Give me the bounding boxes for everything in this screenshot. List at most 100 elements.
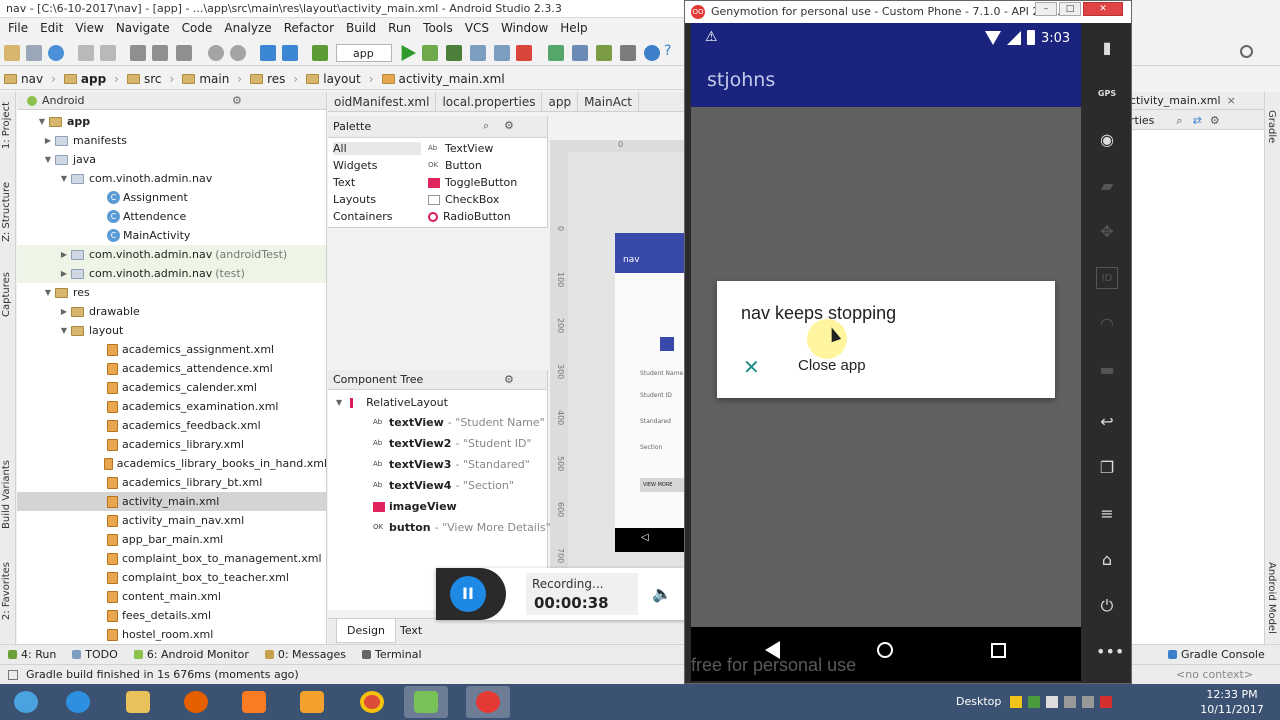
breadcrumb-item-app[interactable]: app › [63, 72, 119, 86]
run-icon[interactable] [401, 45, 416, 61]
palette-item-togglebutton[interactable]: ToggleButton [428, 176, 517, 189]
tab-favorites[interactable]: 2: Favorites [1, 562, 12, 620]
tree-item[interactable]: academics_feedback.xml [17, 416, 326, 435]
tree-item[interactable]: ▼ java [17, 150, 326, 169]
search-icon[interactable]: ⌕ [1176, 114, 1182, 127]
minimize-button[interactable]: – [1035, 2, 1057, 16]
swap-icon[interactable]: ⇄ [1193, 114, 1202, 127]
pause-button[interactable]: II [450, 576, 486, 612]
close-icon[interactable]: × [1227, 94, 1236, 107]
tree-item[interactable]: C Assignment [17, 188, 326, 207]
breadcrumb-item-src[interactable]: src › [126, 72, 174, 86]
tree-item[interactable]: academics_attendence.xml [17, 359, 326, 378]
close-window-button[interactable]: ✕ [1083, 2, 1123, 16]
tree-item[interactable]: ▼ res [17, 283, 326, 302]
expand-down-icon[interactable]: ▼ [37, 117, 47, 126]
tool-messages[interactable]: 0: Messages [264, 648, 346, 661]
menu-edit[interactable]: Edit [34, 21, 69, 35]
remote-control-icon[interactable]: ✥ [1096, 221, 1118, 243]
paste-icon[interactable] [176, 45, 192, 61]
tool-run[interactable]: 4: Run [8, 648, 56, 661]
tree-item[interactable]: ▶ manifests [17, 131, 326, 150]
palette-item-radiobutton[interactable]: RadioButton [428, 210, 511, 223]
tree-item[interactable]: academics_library_bt.xml [17, 473, 326, 492]
component-textview[interactable]: Ab textView - "Student Name" [373, 416, 545, 429]
tray-icon[interactable] [1028, 696, 1040, 708]
emulator-screen[interactable]: ⚠ 3:03 stjohns nav keeps stopping ✕ Clos… [691, 23, 1081, 681]
search-everywhere-icon[interactable] [1240, 45, 1253, 58]
tray-icon[interactable] [1046, 696, 1058, 708]
tree-item[interactable]: content_main.xml [17, 587, 326, 606]
menu-navigate[interactable]: Navigate [110, 21, 176, 35]
start-button[interactable] [4, 686, 48, 718]
tool-android-monitor[interactable]: 6: Android Monitor [133, 648, 249, 661]
menu-code[interactable]: Code [176, 21, 219, 35]
gear-icon[interactable]: ⚙ [504, 119, 514, 132]
palette-category-containers[interactable]: Containers [333, 210, 393, 223]
component-textview4[interactable]: Ab textView4- "Section" [373, 479, 514, 492]
component-textview2[interactable]: Ab textView2- "Student ID" [373, 437, 532, 450]
gps-widget-icon[interactable]: GPS [1096, 83, 1118, 105]
component-button[interactable]: OK button - "View More Details" [373, 521, 551, 534]
project-view-select[interactable]: Android [42, 94, 192, 107]
volume-icon[interactable]: 🔈 [652, 584, 672, 603]
tray-icon[interactable] [1100, 696, 1112, 708]
tree-item[interactable]: activity_main_nav.xml [17, 511, 326, 530]
tray-icon[interactable] [1082, 696, 1094, 708]
palette-category-all[interactable]: All [333, 142, 421, 155]
tree-item[interactable]: complaint_box_to_management.xml [17, 549, 326, 568]
tree-item[interactable]: academics_calender.xml [17, 378, 326, 397]
tool-terminal[interactable]: Terminal [362, 648, 422, 661]
tree-item[interactable]: complaint_box_to_teacher.xml [17, 568, 326, 587]
palette-item-textview[interactable]: Ab TextView [428, 142, 493, 155]
undo-icon[interactable] [78, 45, 94, 61]
expand-down-icon[interactable]: ▼ [59, 174, 69, 183]
palette-item-button[interactable]: OK Button [428, 159, 482, 172]
tree-item[interactable]: academics_library.xml [17, 435, 326, 454]
editor-tab-activity-main[interactable]: ctivity_main.xml × [1130, 92, 1264, 110]
menu-window[interactable]: Window [495, 21, 554, 35]
palette-category-widgets[interactable]: Widgets [333, 159, 377, 172]
stop-icon[interactable] [516, 45, 532, 61]
back-icon[interactable] [260, 45, 276, 61]
gear-icon[interactable]: ⚙ [1210, 114, 1220, 127]
home-key-icon[interactable]: ⌂ [1096, 549, 1118, 571]
taskbar-android-studio[interactable] [404, 686, 448, 718]
menu-file[interactable]: File [2, 21, 34, 35]
save-icon[interactable] [26, 45, 42, 61]
tool-todo[interactable]: TODO [72, 648, 118, 661]
expand-down-icon[interactable]: ▼ [59, 326, 69, 335]
taskbar-genymotion[interactable] [466, 686, 510, 718]
menu-analyze[interactable]: Analyze [218, 21, 277, 35]
more-options-icon[interactable]: ••• [1096, 641, 1124, 663]
tab-design[interactable]: Design [336, 619, 396, 643]
menu-view[interactable]: View [69, 21, 109, 35]
tree-item[interactable]: fees_details.xml [17, 606, 326, 625]
sdk-manager-icon[interactable] [596, 45, 612, 61]
tree-item[interactable]: C MainActivity [17, 226, 326, 245]
component-relativelayout[interactable]: ▼ RelativeLayout [336, 396, 448, 409]
desktop-toolbar[interactable]: Desktop [956, 695, 1001, 708]
tab-android-manifest[interactable]: oidManifest.xml [328, 92, 437, 111]
tool-gradle-console[interactable]: Gradle Console [1168, 648, 1265, 661]
webcam-widget-icon[interactable]: ◉ [1096, 129, 1118, 151]
taskbar-chrome[interactable] [350, 686, 394, 718]
expand-right-icon[interactable]: ▶ [59, 250, 69, 259]
gear-icon[interactable]: ⚙ [504, 373, 514, 386]
maximize-button[interactable]: □ [1059, 2, 1081, 16]
tree-item[interactable]: ▶ com.vinoth.admin.nav (test) [17, 264, 326, 283]
taskbar-clock[interactable]: 12:33 PM 10/11/2017 [1200, 687, 1264, 717]
tab-app-gradle[interactable]: app [542, 92, 579, 111]
tab-text[interactable]: Text [400, 624, 422, 637]
attach-debugger-icon[interactable] [470, 45, 486, 61]
tree-item[interactable]: C Attendence [17, 207, 326, 226]
palette-category-layouts[interactable]: Layouts [333, 193, 376, 206]
copy-icon[interactable] [152, 45, 168, 61]
expand-right-icon[interactable]: ▶ [59, 307, 69, 316]
recent-apps-key-icon[interactable]: ❐ [1096, 457, 1118, 479]
find-icon[interactable] [208, 45, 224, 61]
recents-icon[interactable] [991, 643, 1006, 658]
tab-structure[interactable]: Z: Structure [1, 182, 12, 242]
redo-icon[interactable] [100, 45, 116, 61]
tree-item[interactable]: app_bar_main.xml [17, 530, 326, 549]
